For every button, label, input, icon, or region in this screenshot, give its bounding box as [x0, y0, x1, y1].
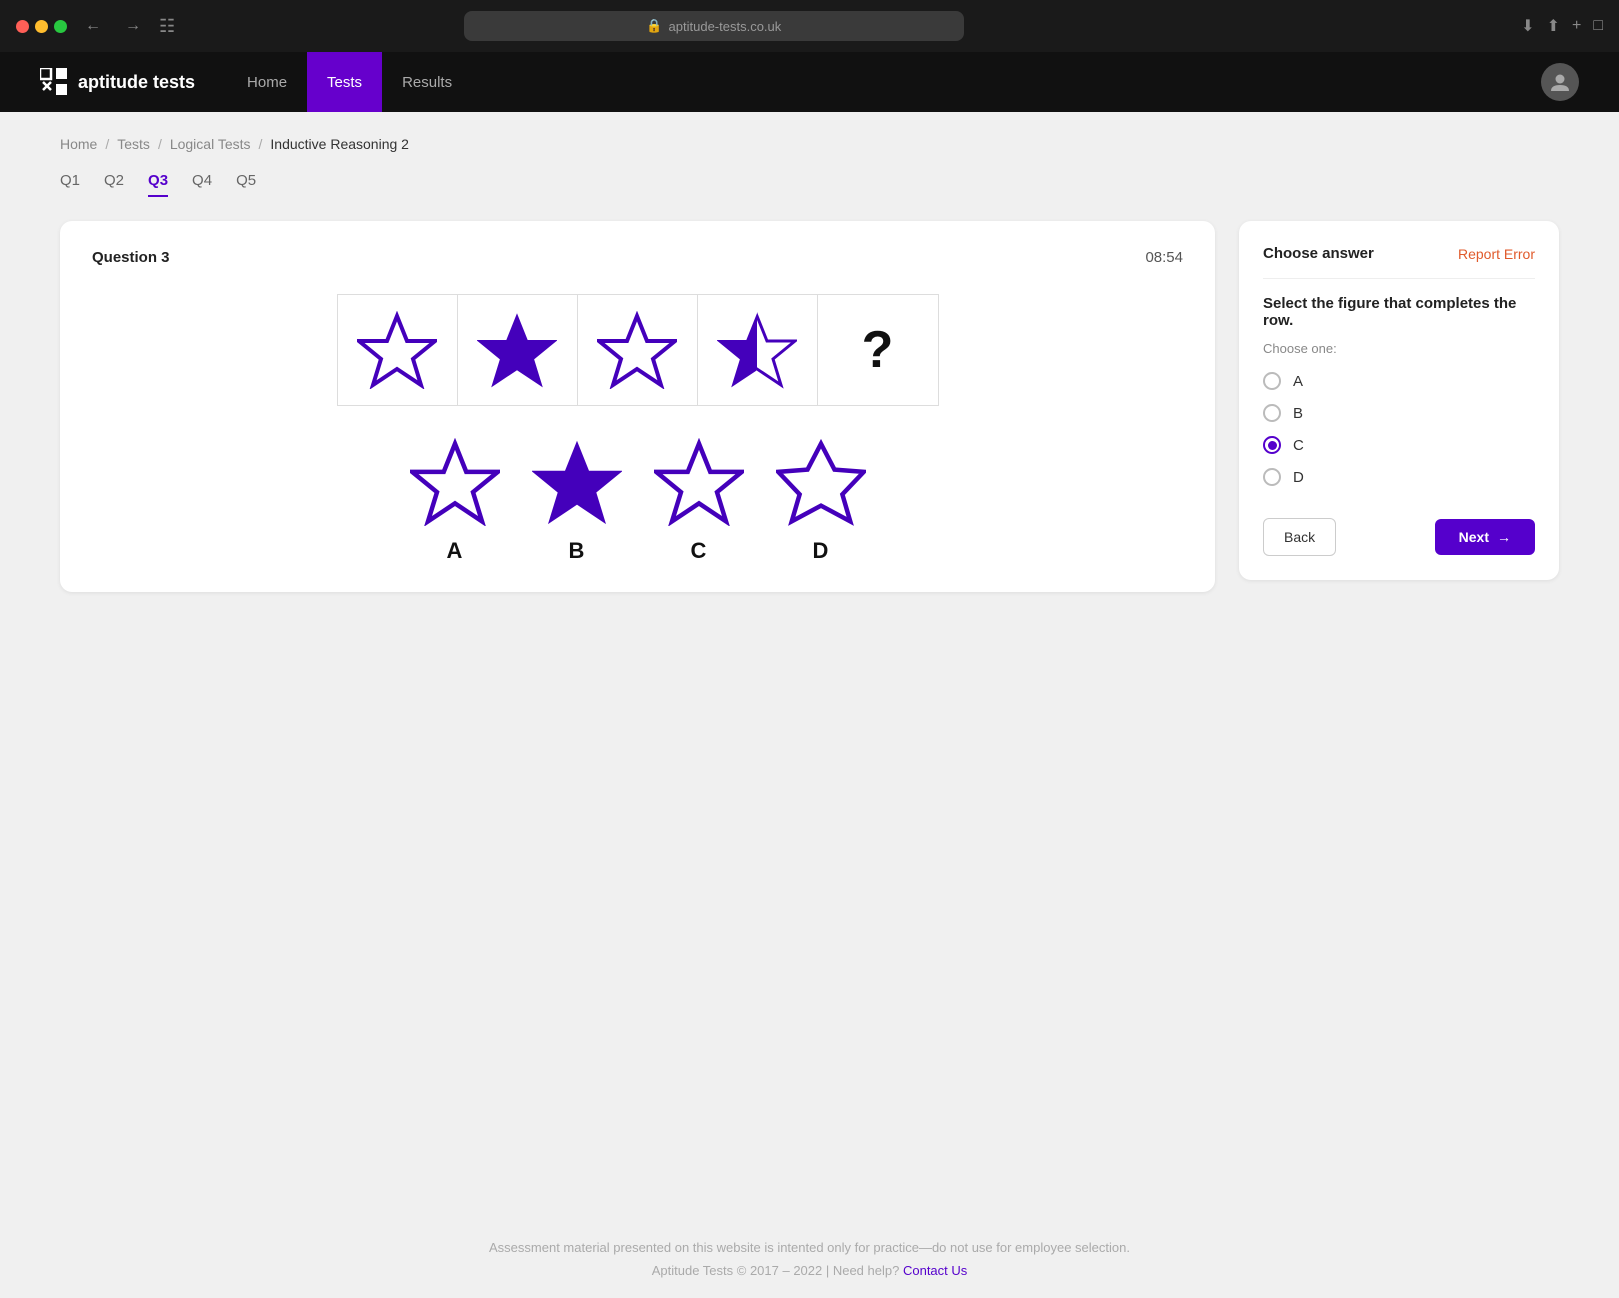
back-nav-button[interactable]: ←	[79, 13, 107, 39]
footer-contact-link[interactable]: Contact Us	[903, 1263, 967, 1278]
star-filled-2	[477, 311, 557, 389]
star-d	[776, 438, 866, 526]
radio-label-d: D	[1293, 469, 1304, 486]
breadcrumb-sep-1: /	[105, 136, 109, 152]
star-a	[410, 438, 500, 526]
next-button[interactable]: Next →	[1435, 519, 1535, 555]
tab-q4[interactable]: Q4	[192, 172, 212, 197]
user-icon	[1549, 71, 1571, 93]
logo-area: aptitude tests	[40, 68, 195, 96]
radio-option-a[interactable]: A	[1263, 372, 1535, 390]
timer: 08:54	[1145, 249, 1183, 266]
report-error-link[interactable]: Report Error	[1458, 246, 1535, 262]
question-header: Question 3 08:54	[92, 249, 1183, 266]
radio-options: A B C D	[1263, 372, 1535, 486]
answer-label-a: A	[447, 538, 463, 564]
browser-actions: ⬇ ⬆ + □	[1521, 16, 1603, 36]
answer-panel: Choose answer Report Error Select the fi…	[1239, 221, 1559, 580]
breadcrumb-current: Inductive Reasoning 2	[270, 136, 409, 152]
sidebar-toggle-icon: ☷	[159, 16, 175, 37]
page-footer: Assessment material presented on this we…	[0, 1200, 1619, 1298]
pattern-cell-3	[578, 295, 698, 405]
question-label: Question 3	[92, 249, 170, 266]
radio-label-c: C	[1293, 437, 1304, 454]
traffic-lights	[16, 20, 67, 33]
address-bar[interactable]: 🔒 aptitude-tests.co.uk	[464, 11, 964, 41]
pattern-cell-4	[698, 295, 818, 405]
footer-disclaimer: Assessment material presented on this we…	[20, 1240, 1599, 1255]
logo-icon	[40, 68, 68, 96]
star-outline-1	[357, 311, 437, 389]
minimize-button[interactable]	[35, 20, 48, 33]
radio-input-d[interactable]	[1263, 468, 1281, 486]
answer-option-a[interactable]: A	[410, 438, 500, 564]
new-tab-icon[interactable]: +	[1572, 17, 1581, 35]
nav-home[interactable]: Home	[227, 52, 307, 112]
answer-option-d[interactable]: D	[776, 438, 866, 564]
nav-results[interactable]: Results	[382, 52, 472, 112]
answer-label-d: D	[813, 538, 829, 564]
nav-tests[interactable]: Tests	[307, 52, 382, 112]
answer-label-c: C	[691, 538, 707, 564]
radio-label-a: A	[1293, 373, 1303, 390]
radio-option-c[interactable]: C	[1263, 436, 1535, 454]
radio-input-c[interactable]	[1263, 436, 1281, 454]
lock-icon: 🔒	[646, 18, 662, 34]
question-tabs: Q1 Q2 Q3 Q4 Q5	[60, 172, 1559, 197]
pattern-cell-2	[458, 295, 578, 405]
app-navbar: aptitude tests Home Tests Results	[0, 52, 1619, 112]
tab-overview-icon[interactable]: □	[1593, 17, 1603, 35]
answer-options[interactable]: A B C	[92, 438, 1183, 564]
share-icon[interactable]: ⬆	[1547, 16, 1560, 36]
choose-answer-label: Choose answer	[1263, 245, 1374, 262]
radio-input-b[interactable]	[1263, 404, 1281, 422]
main-layout: Question 3 08:54	[60, 221, 1559, 592]
back-button[interactable]: Back	[1263, 518, 1336, 556]
breadcrumb-home[interactable]: Home	[60, 136, 97, 152]
radio-input-a[interactable]	[1263, 372, 1281, 390]
answer-panel-header: Choose answer Report Error	[1263, 245, 1535, 279]
breadcrumb: Home / Tests / Logical Tests / Inductive…	[60, 136, 1559, 152]
avatar-button[interactable]	[1541, 63, 1579, 101]
browser-chrome: ← → ☷ 🔒 aptitude-tests.co.uk ⬇ ⬆ + □	[0, 0, 1619, 52]
star-c	[654, 438, 744, 526]
answer-option-c[interactable]: C	[654, 438, 744, 564]
star-outline-3	[597, 311, 677, 389]
breadcrumb-logical-tests[interactable]: Logical Tests	[170, 136, 251, 152]
tab-q1[interactable]: Q1	[60, 172, 80, 197]
star-b	[532, 438, 622, 526]
next-label: Next	[1459, 529, 1489, 545]
panel-footer: Back Next →	[1263, 518, 1535, 556]
nav-links: Home Tests Results	[227, 52, 472, 112]
pattern-grid: ?	[337, 294, 939, 406]
answer-option-b[interactable]: B	[532, 438, 622, 564]
logo-text: aptitude tests	[78, 72, 195, 93]
nav-right	[1541, 63, 1579, 101]
breadcrumb-sep-3: /	[259, 136, 263, 152]
download-icon[interactable]: ⬇	[1521, 16, 1534, 36]
choose-one-label: Choose one:	[1263, 341, 1535, 356]
radio-label-b: B	[1293, 405, 1303, 422]
tab-q2[interactable]: Q2	[104, 172, 124, 197]
answer-label-b: B	[569, 538, 585, 564]
radio-option-d[interactable]: D	[1263, 468, 1535, 486]
radio-option-b[interactable]: B	[1263, 404, 1535, 422]
tab-q5[interactable]: Q5	[236, 172, 256, 197]
pattern-cell-1	[338, 295, 458, 405]
breadcrumb-sep-2: /	[158, 136, 162, 152]
close-button[interactable]	[16, 20, 29, 33]
forward-nav-button[interactable]: →	[119, 13, 147, 39]
question-mark: ?	[862, 320, 894, 380]
next-arrow-icon: →	[1497, 529, 1511, 545]
pattern-cell-5: ?	[818, 295, 938, 405]
instruction-text: Select the figure that completes the row…	[1263, 295, 1535, 329]
footer-copyright: Aptitude Tests © 2017 – 2022 | Need help…	[652, 1263, 900, 1278]
tab-q3[interactable]: Q3	[148, 172, 168, 197]
url-text: aptitude-tests.co.uk	[669, 19, 782, 34]
page-content: Home / Tests / Logical Tests / Inductive…	[0, 112, 1619, 1200]
fullscreen-button[interactable]	[54, 20, 67, 33]
star-half-4	[717, 311, 797, 389]
breadcrumb-tests[interactable]: Tests	[117, 136, 150, 152]
question-card: Question 3 08:54	[60, 221, 1215, 592]
